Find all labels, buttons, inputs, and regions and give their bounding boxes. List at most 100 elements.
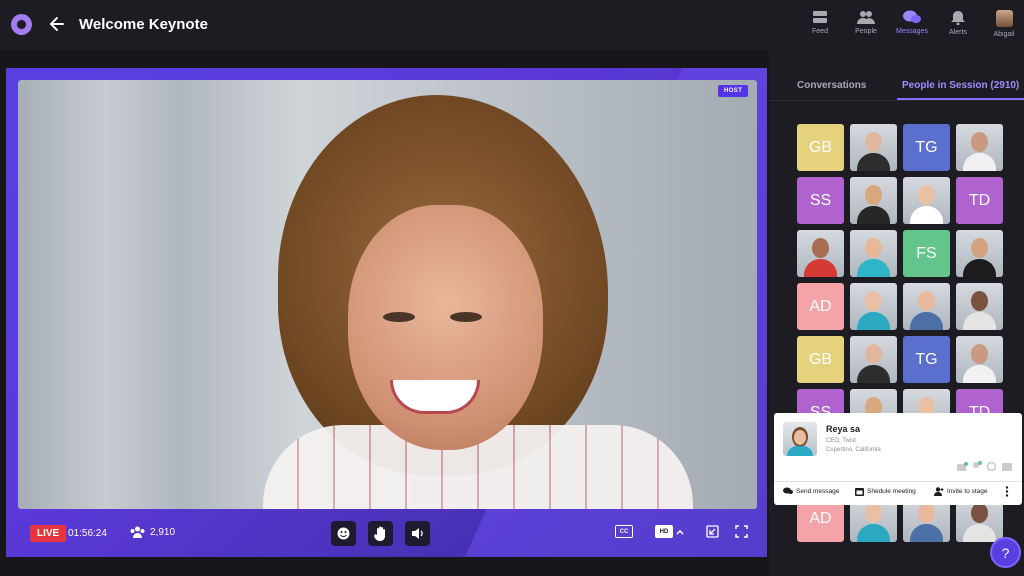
schedule-meeting-button[interactable]: Shedule meeting [855,487,916,496]
participant-tile[interactable] [956,230,1003,277]
people-icon [130,526,145,538]
quality-label: HD [655,525,673,538]
profile-role: CEO, Twist [826,438,856,444]
participant-tile[interactable] [850,283,897,330]
nav-feed[interactable]: Feed [800,10,840,35]
fullscreen-button[interactable] [735,525,748,538]
participant-photo [971,132,988,152]
participant-tile[interactable]: GB [797,124,844,171]
stage-controls: LIVE 01:56:24 2,910 CC HD [6,509,767,557]
live-badge: LIVE [30,525,67,542]
reaction-button[interactable] [331,521,356,546]
send-message-label: Send message [796,487,840,495]
participant-photo [918,291,935,311]
top-bar: Welcome Keynote Feed People Messages Ale… [0,0,1024,50]
participant-tile[interactable] [797,230,844,277]
page-title: Welcome Keynote [79,16,208,33]
nav-people[interactable]: People [846,10,886,35]
participant-tile[interactable]: TG [903,336,950,383]
participant-tile[interactable]: SS [797,177,844,224]
message-icon [783,487,793,494]
profile-photo [783,422,817,456]
nav-profile-label: Abigail [993,31,1015,38]
profile-location: Cupertino, California [826,447,881,453]
nav-alerts[interactable]: Alerts [938,10,978,36]
attendee-count: 2,910 [130,526,175,538]
participant-tile[interactable] [850,336,897,383]
participant-tile[interactable]: TG [903,124,950,171]
participant-photo [865,503,882,523]
participant-tile[interactable] [850,230,897,277]
nav-profile[interactable]: Abigail [984,10,1024,38]
send-message-button[interactable]: Send message [783,487,839,495]
participant-photo [918,185,935,205]
participant-tile[interactable]: AD [797,283,844,330]
participant-tile[interactable]: FS [903,230,950,277]
feed-icon [813,11,827,23]
nav-feed-label: Feed [812,28,828,35]
participant-tile[interactable] [903,177,950,224]
fullscreen-icon [735,525,748,538]
participant-photo [812,238,829,258]
participant-tile[interactable] [956,283,1003,330]
tab-people-in-session[interactable]: People in Session (2910) [902,80,1019,91]
participant-photo [865,344,882,364]
invite-icon [934,487,944,496]
people-icon [857,11,875,24]
hand-icon [374,526,385,541]
nav-messages[interactable]: Messages [892,10,932,35]
chat-icon[interactable] [957,462,968,471]
chevron-up-icon [676,529,684,535]
invite-to-stage-label: Invite to stage [947,488,988,495]
session-timer: 01:56:24 [68,528,107,539]
participant-tile[interactable] [956,336,1003,383]
participant-tile[interactable]: GB [797,336,844,383]
raise-hand-button[interactable] [368,521,393,546]
participant-photo [971,344,988,364]
participant-photo [865,185,882,205]
profile-popup: Reya sa CEO, Twist Cupertino, California… [774,413,1022,505]
participant-photo [865,238,882,258]
participant-photo [918,503,935,523]
speaker-icon [411,528,423,539]
participant-photo [971,238,988,258]
captions-button[interactable]: CC [615,525,633,538]
picture-in-picture-icon [706,525,719,538]
participant-tile[interactable]: TD [956,177,1003,224]
pip-button[interactable] [706,525,719,538]
settings-icon[interactable] [987,462,996,471]
avatar [995,10,1013,27]
messages-icon [903,10,921,23]
nav-messages-label: Messages [896,28,928,35]
tab-conversations[interactable]: Conversations [797,80,866,91]
schedule-meeting-label: Shedule meeting [867,488,916,495]
participant-tile[interactable] [903,283,950,330]
quality-selector[interactable]: HD [655,525,684,538]
participant-tile[interactable] [850,177,897,224]
participant-tile[interactable] [850,124,897,171]
calendar-icon [855,488,864,496]
help-button[interactable]: ? [990,537,1021,568]
nav-people-label: People [855,28,877,35]
participant-photo [971,291,988,311]
people-icon[interactable] [972,461,982,471]
app-logo[interactable] [11,14,32,35]
speaker-video [18,80,757,509]
participant-photo [971,503,988,523]
attendee-count-value: 2,910 [150,526,176,538]
mail-icon[interactable] [1002,463,1012,471]
stage: HOST LIVE 01:56:24 2,910 CC HD [6,68,767,557]
host-badge: HOST [718,85,749,97]
nav-alerts-label: Alerts [949,29,967,36]
invite-to-stage-button[interactable]: Invite to stage [934,487,987,496]
back-arrow-icon[interactable] [47,14,67,34]
participant-tile[interactable] [956,124,1003,171]
participant-photo [865,291,882,311]
active-tab-indicator [897,98,1024,100]
bell-icon [951,11,965,25]
smiley-icon [337,527,350,540]
participant-photo [865,132,882,152]
profile-name: Reya sa [826,424,861,434]
more-options-icon[interactable] [1005,486,1009,497]
volume-button[interactable] [405,521,430,546]
